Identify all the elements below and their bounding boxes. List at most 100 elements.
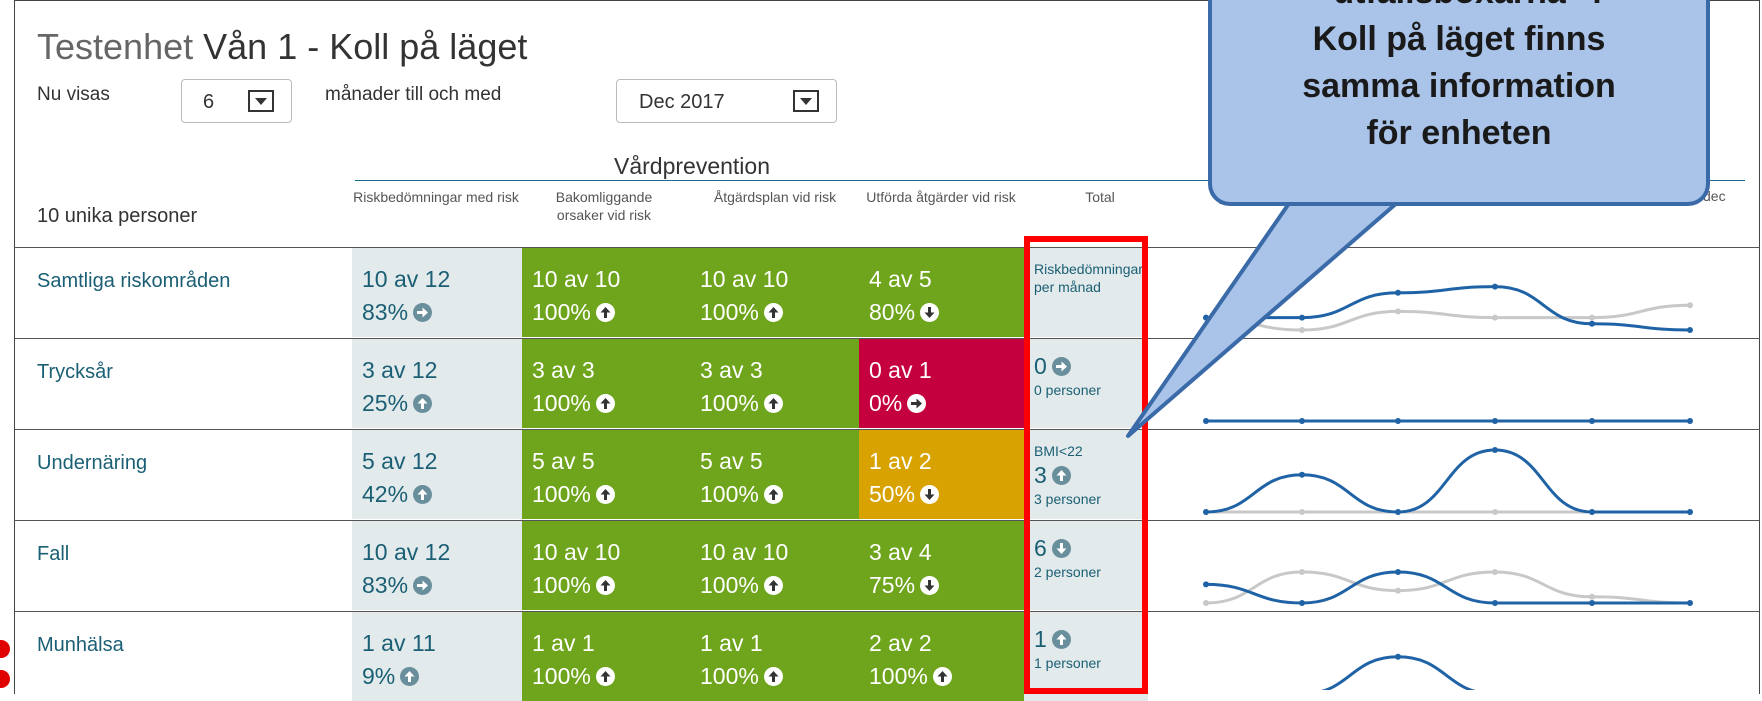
arrow-down-icon bbox=[920, 303, 940, 322]
result-cell[interactable]: 5 av 12 42% bbox=[352, 430, 522, 519]
sparkline-point bbox=[1395, 587, 1401, 594]
arrow-down-icon bbox=[920, 485, 940, 504]
highlight-box bbox=[1024, 236, 1148, 694]
cell-count: 10 av 10 bbox=[532, 266, 621, 292]
result-cell[interactable]: 5 av 5 100% bbox=[690, 430, 859, 519]
sparkline-point bbox=[1395, 289, 1401, 296]
chevron-down-icon[interactable] bbox=[248, 90, 274, 112]
arrow-right-icon bbox=[907, 394, 927, 413]
sparkline-point bbox=[1687, 418, 1693, 424]
result-cell[interactable]: 1 av 11 9% bbox=[352, 612, 522, 701]
cell-count: 10 av 10 bbox=[700, 266, 789, 292]
result-cell[interactable]: 10 av 10 100% bbox=[522, 248, 690, 337]
cell-percent-row: 100% bbox=[869, 660, 1024, 693]
sparkline-point bbox=[1299, 314, 1305, 321]
cell-percent: 100% bbox=[532, 663, 591, 689]
sparkline-point bbox=[1589, 320, 1595, 327]
cell-percent: 100% bbox=[532, 481, 591, 507]
result-cell[interactable]: 3 av 4 75% bbox=[859, 521, 1024, 610]
sparkline-point bbox=[1299, 327, 1305, 333]
cell-percent-row: 9% bbox=[362, 660, 522, 693]
row-name[interactable]: Samtliga riskområden bbox=[37, 270, 230, 293]
sparkline-point bbox=[1492, 569, 1498, 575]
result-cell[interactable]: 4 av 5 80% bbox=[859, 248, 1024, 337]
result-cell[interactable]: 10 av 10 100% bbox=[522, 521, 690, 610]
result-cell[interactable]: 1 av 1 100% bbox=[690, 612, 859, 701]
cell-percent-row: 100% bbox=[532, 296, 690, 329]
end-month-select[interactable]: Dec 2017 bbox=[616, 79, 837, 123]
col-header-risk: Riskbedömningar med risk bbox=[353, 189, 519, 205]
col-header-actions: Utförda åtgärder vid risk bbox=[866, 189, 1016, 205]
result-cell[interactable]: 10 av 10 100% bbox=[690, 248, 859, 337]
unit-label: Testenhet bbox=[37, 26, 194, 67]
arrow-up-icon bbox=[763, 394, 783, 413]
arrow-up-icon bbox=[763, 576, 783, 595]
row-name[interactable]: Undernäring bbox=[37, 452, 147, 475]
callout-line: ”utfallsboxarna” i bbox=[1212, 0, 1706, 16]
result-cell[interactable]: 1 av 1 100% bbox=[522, 612, 690, 701]
row-name[interactable]: Fall bbox=[37, 543, 69, 566]
cell-percent-row: 100% bbox=[532, 660, 690, 693]
months-select[interactable]: 6 bbox=[181, 79, 292, 123]
sparkline-point bbox=[1299, 471, 1305, 478]
result-cell[interactable]: 2 av 2 100% bbox=[859, 612, 1024, 701]
result-cell[interactable]: 0 av 1 0% bbox=[859, 339, 1024, 428]
sparkline-point bbox=[1395, 569, 1401, 575]
sparkline-main bbox=[1206, 285, 1691, 332]
cell-count: 2 av 2 bbox=[869, 630, 932, 656]
cell-percent: 9% bbox=[362, 663, 396, 689]
cell-percent-row: 100% bbox=[700, 387, 859, 420]
cell-count: 1 av 1 bbox=[700, 630, 763, 656]
cell-percent-row: 75% bbox=[869, 569, 1024, 602]
callout-line: samma information bbox=[1302, 67, 1616, 105]
cell-count: 3 av 3 bbox=[700, 357, 763, 383]
result-cell[interactable]: 1 av 2 50% bbox=[859, 430, 1024, 519]
page-name: - Koll på läget bbox=[307, 26, 528, 67]
callout-bubble: ”utfallsboxarna” i Koll på läget finns s… bbox=[1208, 0, 1710, 206]
cell-count: 4 av 5 bbox=[869, 266, 932, 292]
sparkline-point bbox=[1299, 418, 1305, 424]
row-name[interactable]: Munhälsa bbox=[37, 634, 124, 657]
sparkline-point bbox=[1203, 509, 1209, 515]
cell-percent: 75% bbox=[869, 572, 916, 598]
months-value: 6 bbox=[203, 91, 215, 113]
result-cell[interactable]: 3 av 3 100% bbox=[690, 339, 859, 428]
cell-percent: 100% bbox=[869, 663, 928, 689]
logo-fragment bbox=[0, 640, 10, 658]
cell-percent: 50% bbox=[869, 481, 916, 507]
cell-count: 3 av 12 bbox=[362, 357, 438, 383]
cell-percent-row: 100% bbox=[532, 387, 690, 420]
col-header-plan: Åtgärdsplan vid risk bbox=[713, 189, 837, 205]
row-name[interactable]: Trycksår bbox=[37, 361, 113, 384]
cell-count: 10 av 10 bbox=[700, 539, 789, 565]
arrow-up-icon bbox=[595, 576, 615, 595]
cell-count: 1 av 2 bbox=[869, 448, 932, 474]
result-cell[interactable]: 10 av 12 83% bbox=[352, 248, 522, 337]
sparkline-point bbox=[1492, 418, 1498, 424]
sparkline-point bbox=[1589, 509, 1595, 515]
cell-count: 5 av 5 bbox=[700, 448, 763, 474]
chevron-down-icon[interactable] bbox=[793, 90, 819, 112]
cell-count: 1 av 11 bbox=[362, 630, 436, 656]
cell-percent-row: 83% bbox=[362, 296, 522, 329]
arrow-right-icon bbox=[413, 576, 433, 595]
callout-line: för enheten bbox=[1366, 114, 1552, 152]
result-cell[interactable]: 10 av 10 100% bbox=[690, 521, 859, 610]
months-label: månader till och med bbox=[325, 84, 502, 105]
sparkline-main bbox=[1205, 448, 1690, 514]
arrow-down-icon bbox=[920, 576, 940, 595]
cell-count: 0 av 1 bbox=[869, 357, 932, 383]
cell-percent-row: 100% bbox=[700, 478, 859, 511]
result-cell[interactable]: 10 av 12 83% bbox=[352, 521, 522, 610]
sparkline-point bbox=[1492, 283, 1498, 290]
result-cell[interactable]: 5 av 5 100% bbox=[522, 430, 690, 519]
result-cell[interactable]: 3 av 3 100% bbox=[522, 339, 690, 428]
result-cell[interactable]: 3 av 12 25% bbox=[352, 339, 522, 428]
cell-count: 10 av 10 bbox=[532, 539, 621, 565]
arrow-up-icon bbox=[932, 667, 952, 686]
cell-percent-row: 50% bbox=[869, 478, 1024, 511]
col-header-causes: Bakomliggande orsaker vid risk bbox=[555, 189, 653, 223]
sparkline-point bbox=[1687, 509, 1693, 515]
col-header-total: Total bbox=[1085, 189, 1115, 205]
cell-percent-row: 83% bbox=[362, 569, 522, 602]
